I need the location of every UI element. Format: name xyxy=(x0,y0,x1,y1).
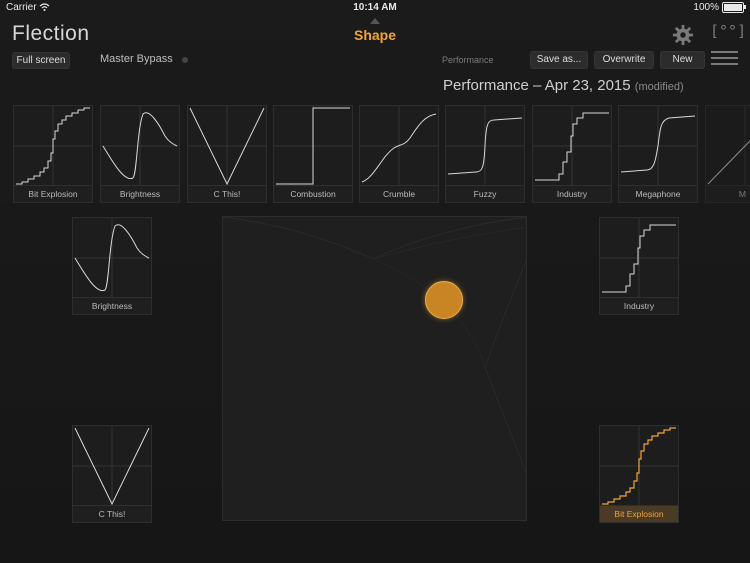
pad-region-lines xyxy=(223,217,526,474)
shape-tile-label: Combustion xyxy=(274,185,352,202)
shape-tile-industry[interactable]: Industry xyxy=(532,105,612,203)
morph-xy-pad[interactable] xyxy=(222,216,527,521)
hamburger-icon[interactable] xyxy=(711,51,738,67)
status-bar: Carrier 10:14 AM 100% xyxy=(0,0,750,16)
corner-tile-label: Bit Explosion xyxy=(600,505,678,522)
corner-tile-label: Industry xyxy=(600,297,678,314)
curve-preview xyxy=(707,106,750,186)
overwrite-button[interactable]: Overwrite xyxy=(594,51,654,69)
curve-preview xyxy=(274,106,352,186)
curve-preview xyxy=(446,106,524,186)
shape-tile-label: C This! xyxy=(188,185,266,202)
save-as-button[interactable]: Save as... xyxy=(530,51,588,69)
shape-tile-label: Industry xyxy=(533,185,611,202)
curve-preview xyxy=(600,426,678,506)
corner-tile-top-right[interactable]: Industry xyxy=(599,217,679,315)
shape-tile-megaphone[interactable]: Megaphone xyxy=(618,105,698,203)
master-bypass-label[interactable]: Master Bypass xyxy=(100,53,173,65)
caret-up-icon[interactable] xyxy=(370,18,380,24)
preset-name: Performance – Apr 23, 2015 (modified) xyxy=(443,77,684,94)
shape-tile-label: Fuzzy xyxy=(446,185,524,202)
shape-tile-fuzzy[interactable]: Fuzzy xyxy=(445,105,525,203)
corner-tile-bottom-right[interactable]: Bit Explosion xyxy=(599,425,679,523)
shape-tile-label: Bit Explosion xyxy=(14,185,92,202)
curve-preview xyxy=(73,426,151,506)
bypass-indicator[interactable] xyxy=(182,57,188,63)
corner-tile-bottom-left[interactable]: C This! xyxy=(72,425,152,523)
curve-preview xyxy=(188,106,266,186)
curve-preview xyxy=(73,218,151,298)
curve-preview xyxy=(619,106,697,186)
brackets-icon[interactable]: [°°] xyxy=(710,22,746,40)
battery-icon xyxy=(722,2,746,13)
shape-tile-label: Crumble xyxy=(360,185,438,202)
curve-preview xyxy=(600,218,678,298)
full-screen-button[interactable]: Full screen xyxy=(12,52,70,69)
corner-tile-label: Brightness xyxy=(73,297,151,314)
shape-tile-label: Megaphone xyxy=(619,185,697,202)
new-button[interactable]: New xyxy=(660,51,705,69)
shape-tile-c-this[interactable]: C This! xyxy=(187,105,267,203)
shape-tile-bit-explosion[interactable]: Bit Explosion xyxy=(13,105,93,203)
curve-preview xyxy=(101,106,179,186)
performance-label: Performance xyxy=(442,55,494,65)
shape-tile-combustion[interactable]: Combustion xyxy=(273,105,353,203)
shape-tile-label: Brightness xyxy=(101,185,179,202)
morph-position-knob[interactable] xyxy=(425,281,463,319)
curve-preview xyxy=(14,106,92,186)
corner-tile-label: C This! xyxy=(73,505,151,522)
gear-icon[interactable] xyxy=(672,24,694,46)
clock: 10:14 AM xyxy=(353,2,397,13)
curve-preview xyxy=(533,106,611,186)
curve-preview xyxy=(360,106,438,186)
shape-library-strip[interactable]: Bit Explosion Brightness C This! Combust… xyxy=(0,103,750,203)
shape-tile-brightness[interactable]: Brightness xyxy=(100,105,180,203)
corner-tile-top-left[interactable]: Brightness xyxy=(72,217,152,315)
shape-tile-crumble[interactable]: Crumble xyxy=(359,105,439,203)
modified-flag: (modified) xyxy=(634,81,684,93)
shape-tile-partial[interactable]: M xyxy=(705,105,750,203)
page-title: Shape xyxy=(353,27,396,43)
battery-indicator: 100% xyxy=(693,2,746,13)
shape-tile-label: M xyxy=(706,185,750,202)
